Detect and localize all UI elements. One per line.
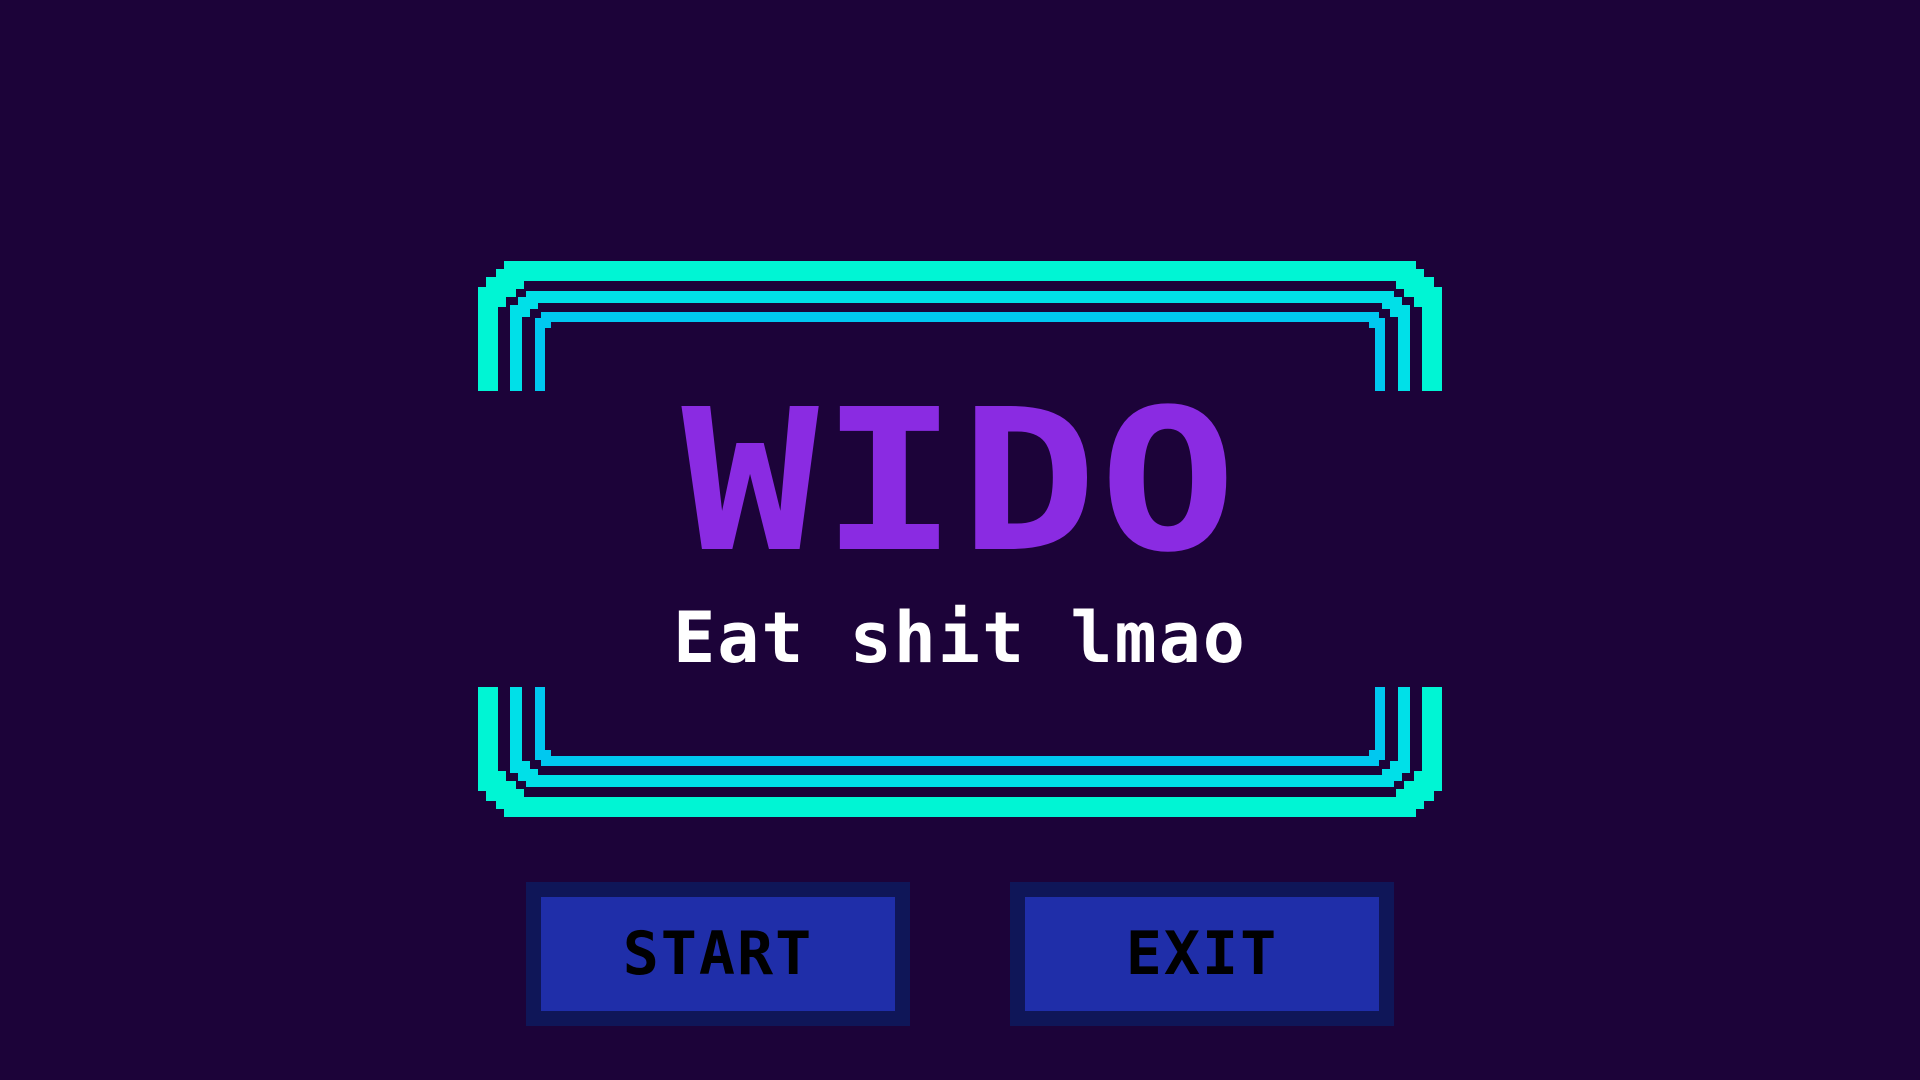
start-button-face[interactable]: START	[541, 897, 895, 1011]
exit-button[interactable]: EXIT	[1010, 882, 1394, 1026]
exit-button-label: EXIT	[1125, 919, 1279, 989]
title-screen: WIDO Eat shit lmao START EXIT	[0, 0, 1920, 1080]
game-title: WIDO	[681, 366, 1239, 596]
game-subtitle: Eat shit lmao	[673, 597, 1247, 679]
exit-button-face[interactable]: EXIT	[1025, 897, 1379, 1011]
start-button[interactable]: START	[526, 882, 910, 1026]
start-button-label: START	[622, 919, 814, 989]
